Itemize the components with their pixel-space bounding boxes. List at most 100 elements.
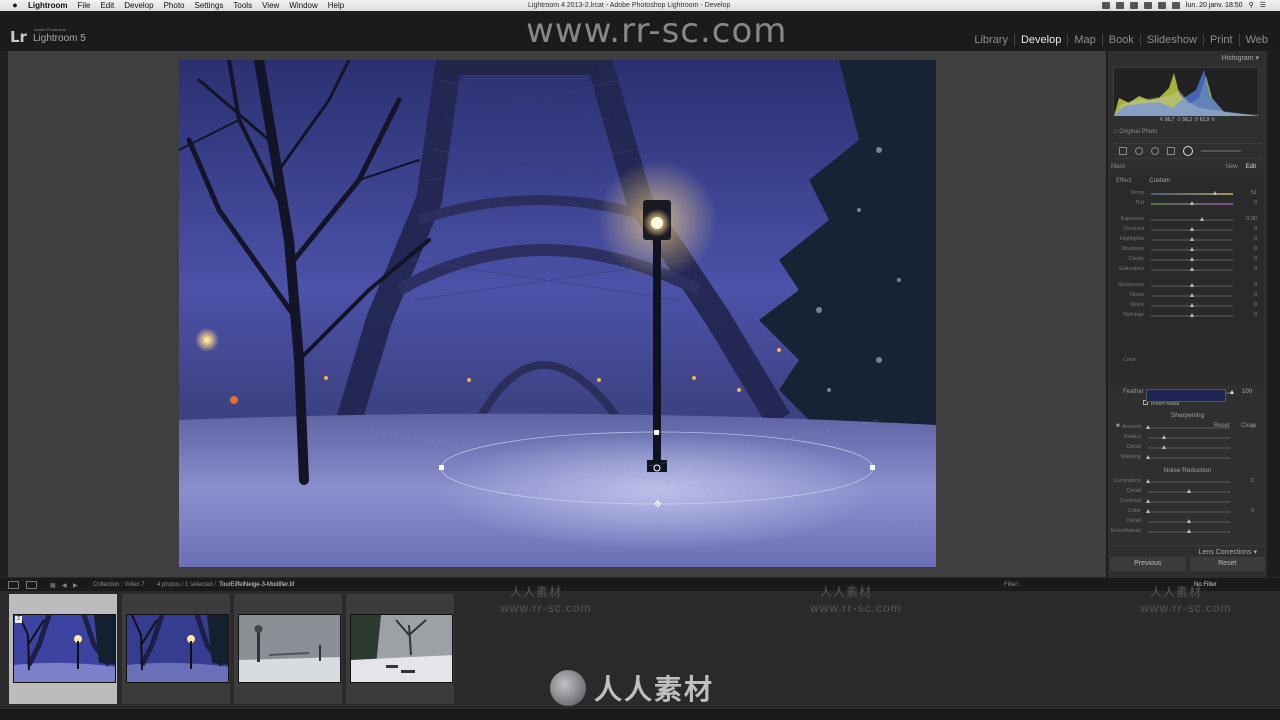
search-icon[interactable]: ⚲ — [1249, 0, 1254, 11]
screen-2-icon[interactable] — [26, 581, 37, 589]
mask-edit-button[interactable]: Edit — [1246, 164, 1256, 170]
list-icon[interactable]: ☰ — [1260, 0, 1266, 11]
tray-icon[interactable] — [1101, 2, 1110, 9]
module-map[interactable]: Map — [1068, 34, 1103, 46]
clock[interactable]: lun. 20 janv. 18:50 — [1186, 0, 1243, 11]
menu-help[interactable]: Help — [328, 0, 344, 11]
menu-develop[interactable]: Develop — [124, 0, 153, 11]
module-library[interactable]: Library — [968, 34, 1015, 46]
slider-track[interactable] — [1148, 511, 1230, 513]
slider-value[interactable]: 0 — [1254, 282, 1257, 288]
slider-value[interactable]: 0 — [1251, 478, 1254, 484]
thumbnail[interactable] — [238, 614, 341, 683]
slider-knob[interactable] — [1187, 489, 1191, 493]
mask-new-button[interactable]: New — [1226, 164, 1238, 170]
mask-handle[interactable] — [654, 430, 659, 435]
slider-value[interactable]: 0 — [1254, 236, 1257, 242]
slider-value[interactable]: 0 — [1254, 302, 1257, 308]
radial-filter-icon[interactable] — [1183, 146, 1193, 156]
menu-lightroom[interactable]: Lightroom — [28, 0, 68, 11]
slider-value[interactable]: 0 — [1254, 200, 1257, 206]
slider-knob[interactable] — [1190, 313, 1194, 317]
menu-file[interactable]: File — [78, 0, 91, 11]
slider-knob[interactable] — [1212, 191, 1217, 195]
slider-value[interactable]: 0 — [1254, 246, 1257, 252]
slider-knob[interactable] — [1187, 519, 1191, 523]
lens-corrections-header[interactable]: Lens Corrections ▾ — [1108, 545, 1267, 556]
slider-value[interactable]: 0 — [1251, 424, 1254, 430]
slider-knob[interactable] — [1190, 303, 1194, 307]
right-scrollbar[interactable] — [1267, 51, 1280, 577]
slider-knob[interactable] — [1190, 237, 1194, 241]
slider-value[interactable]: 51 — [1251, 190, 1257, 196]
original-photo-toggle[interactable]: □ Original Photo — [1114, 129, 1157, 135]
brush-icon[interactable] — [1201, 150, 1241, 152]
slider-track[interactable] — [1148, 457, 1230, 459]
noise-reduction-header[interactable]: Noise Reduction — [1108, 467, 1267, 474]
collection-label[interactable]: Collection : Video 7 — [93, 582, 145, 588]
slider-knob[interactable] — [1146, 479, 1150, 483]
histogram-header[interactable]: Histogram ▾ — [1108, 54, 1267, 62]
menu-settings[interactable]: Settings — [195, 0, 224, 11]
mask-handle[interactable] — [439, 465, 444, 470]
slider-knob[interactable] — [1146, 425, 1150, 429]
slider-value[interactable]: 0 — [1254, 266, 1257, 272]
slider-knob[interactable] — [1190, 267, 1194, 271]
slider-knob[interactable] — [1199, 217, 1204, 221]
slider-track[interactable] — [1151, 193, 1233, 195]
sharpening-header[interactable]: Sharpening — [1108, 412, 1267, 419]
slider-track[interactable] — [1151, 219, 1233, 221]
previous-button[interactable]: Previous — [1110, 557, 1186, 571]
volume-icon[interactable] — [1157, 2, 1166, 9]
slider-knob[interactable] — [1190, 283, 1194, 287]
slider-knob[interactable] — [1190, 257, 1194, 261]
slider-value[interactable]: 0 — [1251, 508, 1254, 514]
battery-icon[interactable] — [1171, 2, 1180, 9]
photo-preview[interactable]: ✥ — [179, 60, 936, 567]
tray-icon[interactable] — [1115, 2, 1124, 9]
crop-icon[interactable] — [1119, 147, 1127, 155]
graduated-filter-icon[interactable] — [1167, 147, 1175, 155]
slider-knob[interactable] — [1162, 445, 1167, 449]
thumbnail[interactable] — [126, 614, 229, 683]
grid-icon[interactable]: ▦ — [50, 582, 56, 589]
forward-arrow-icon[interactable]: ▶ — [73, 582, 78, 589]
feather-value[interactable]: 100 — [1242, 389, 1252, 395]
red-eye-icon[interactable] — [1151, 147, 1159, 155]
filmstrip-cell[interactable] — [233, 593, 343, 705]
filmstrip-cell[interactable] — [345, 593, 455, 705]
wifi-icon[interactable] — [1143, 2, 1152, 9]
slider-value[interactable]: 0 — [1254, 292, 1257, 298]
slider-knob[interactable] — [1187, 529, 1191, 533]
slider-knob[interactable] — [1162, 435, 1167, 439]
filmstrip-cell[interactable] — [121, 593, 231, 705]
module-print[interactable]: Print — [1204, 34, 1240, 46]
slider-track[interactable] — [1148, 447, 1230, 449]
slider-track[interactable] — [1148, 481, 1230, 483]
slider-track[interactable] — [1148, 427, 1230, 429]
module-develop[interactable]: Develop — [1015, 34, 1069, 46]
module-slideshow[interactable]: Slideshow — [1141, 34, 1204, 46]
thumbnail[interactable] — [350, 614, 453, 683]
color-swatch[interactable]: Color — [1123, 357, 1136, 363]
module-book[interactable]: Book — [1103, 34, 1141, 46]
menu-tools[interactable]: Tools — [233, 0, 252, 11]
slider-knob[interactable] — [1190, 293, 1194, 297]
back-arrow-icon[interactable]: ◀ — [62, 582, 67, 589]
slider-knob[interactable] — [1190, 201, 1194, 205]
module-web[interactable]: Web — [1240, 34, 1274, 46]
slider-knob[interactable] — [1146, 455, 1150, 459]
tray-icon[interactable] — [1129, 2, 1138, 9]
feather-knob[interactable] — [1230, 390, 1234, 394]
menu-window[interactable]: Window — [289, 0, 317, 11]
left-panel-collapsed[interactable] — [0, 51, 8, 577]
menu-photo[interactable]: Photo — [164, 0, 185, 11]
slider-knob[interactable] — [1190, 227, 1194, 231]
histogram[interactable] — [1113, 67, 1260, 116]
slider-knob[interactable] — [1146, 509, 1150, 513]
mask-handle[interactable] — [870, 465, 875, 470]
spot-removal-icon[interactable] — [1135, 147, 1143, 155]
slider-value[interactable]: 0 — [1254, 312, 1257, 318]
navigator-thumbnail[interactable] — [1146, 389, 1226, 402]
thumbnail[interactable] — [13, 614, 116, 683]
